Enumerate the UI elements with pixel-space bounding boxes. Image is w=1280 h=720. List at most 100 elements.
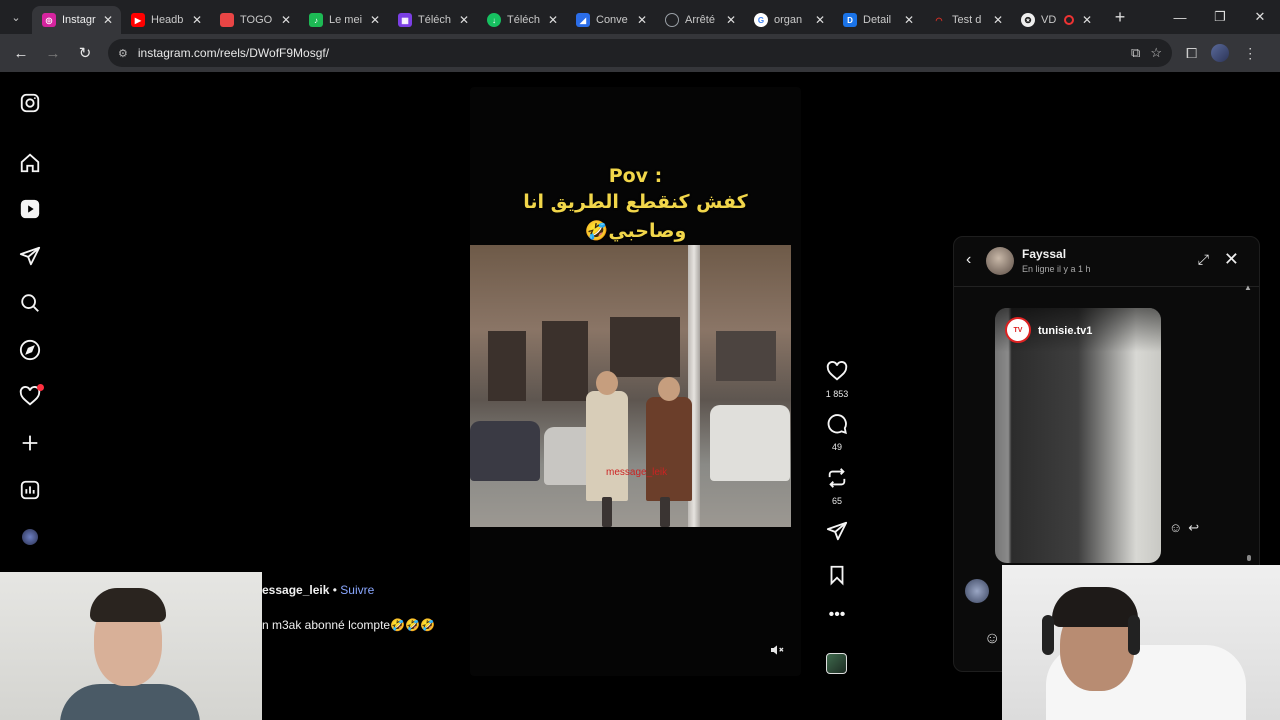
tab-close-icon[interactable]: ✕ <box>991 13 1005 27</box>
home-icon[interactable] <box>18 151 42 175</box>
reload-icon[interactable]: ↻ <box>70 38 100 68</box>
tab-close-icon[interactable]: ✕ <box>457 13 471 27</box>
tab-close-icon[interactable]: ✕ <box>279 13 293 27</box>
extensions-icon[interactable]: ⧠ <box>1186 45 1197 62</box>
tab-title: Arrêté <box>685 14 715 26</box>
author-username[interactable]: essage_leik <box>262 583 329 597</box>
tab-close-icon[interactable]: ✕ <box>190 13 204 27</box>
tab-title: Conve <box>596 14 628 26</box>
reel-description: n m3ak abonné lcompte🤣🤣🤣 <box>262 618 435 632</box>
close-icon[interactable]: ✕ <box>1224 249 1239 270</box>
contact-avatar[interactable] <box>986 247 1014 275</box>
forward-arrow-icon[interactable]: → <box>38 38 68 68</box>
restore-icon[interactable]: ❐ <box>1200 0 1240 34</box>
tab-arrete[interactable]: Arrêté ✕ <box>655 6 744 34</box>
address-bar[interactable]: ⚙ instagram.com/reels/DWofF9Mosgf/ ⧉ ☆ <box>108 39 1172 67</box>
tab-close-icon[interactable]: ✕ <box>101 13 115 27</box>
tab-title: Headb <box>151 14 184 26</box>
minimize-icon[interactable]: — <box>1160 0 1200 34</box>
tab-close-icon[interactable]: ✕ <box>724 13 738 27</box>
search-icon[interactable] <box>18 291 42 315</box>
tab-close-icon[interactable]: ✕ <box>813 13 827 27</box>
comment-button[interactable]: 49 <box>822 413 852 452</box>
like-button[interactable]: 1 853 <box>822 360 852 399</box>
site-settings-icon[interactable]: ⚙ <box>118 47 128 60</box>
share-button[interactable] <box>822 520 852 547</box>
webcam-overlay-left <box>0 572 262 720</box>
tab-close-icon[interactable]: ✕ <box>902 13 916 27</box>
audio-track-thumbnail[interactable] <box>826 653 847 674</box>
vd-favicon-icon: ✪ <box>1021 13 1035 27</box>
repost-button[interactable]: 65 <box>822 467 852 506</box>
instagram-favicon-icon: ◎ <box>42 13 56 27</box>
contact-status: En ligne il y a 1 h <box>1022 264 1091 274</box>
tab-close-icon[interactable]: ✕ <box>635 13 649 27</box>
tab-headb[interactable]: ▶ Headb ✕ <box>121 6 210 34</box>
back-arrow-icon[interactable]: ← <box>6 38 36 68</box>
tab-title: VD <box>1041 14 1057 26</box>
more-options-icon[interactable]: ••• <box>822 606 852 624</box>
dashboard-icon[interactable] <box>18 478 42 502</box>
repost-icon <box>828 468 846 488</box>
tab-togo[interactable]: TOGO ✕ <box>210 6 299 34</box>
comment-count: 49 <box>831 442 842 452</box>
notifications-icon[interactable] <box>18 384 44 408</box>
tab-title: TOGO <box>240 14 273 26</box>
video-frame: message_leik <box>470 245 791 527</box>
scroll-up-arrow-icon[interactable]: ▲ <box>1244 283 1252 292</box>
chat-scrollbar[interactable]: ▲ <box>1244 283 1252 561</box>
tab-title: Le mei <box>329 14 363 26</box>
profile-avatar[interactable] <box>18 525 42 549</box>
reel-caption: Pov : كفش كنقطع الطريق انا وصاحبي🤣 <box>470 165 801 245</box>
tab-detail[interactable]: D Detail ✕ <box>833 6 922 34</box>
shared-reel-card[interactable]: TV tunisie.tv1 <box>995 308 1161 563</box>
profile-avatar[interactable] <box>1211 44 1230 62</box>
share-icon <box>826 521 848 541</box>
messages-icon[interactable] <box>18 244 42 268</box>
tab-title: Téléch <box>507 14 541 26</box>
tab-conve[interactable]: ◢ Conve ✕ <box>566 6 655 34</box>
shared-account-handle: tunisie.tv1 <box>1038 325 1093 337</box>
mute-icon[interactable] <box>767 640 787 660</box>
emoji-picker-icon[interactable]: ☺ <box>984 630 1000 648</box>
reels-icon[interactable] <box>18 197 42 221</box>
download-favicon-icon: ▦ <box>398 13 412 27</box>
separator-dot: • <box>332 583 337 597</box>
create-icon[interactable] <box>18 431 42 455</box>
browser-tab-bar: ⌄ ◎ Instagr ✕ ▶ Headb ✕ TOGO ✕ ♪ Le mei … <box>0 0 1280 34</box>
reel-author: essage_leik • Suivre <box>262 583 374 597</box>
reply-icon[interactable]: ↩ <box>1188 520 1199 536</box>
browser-toolbar: ← → ↻ ⚙ instagram.com/reels/DWofF9Mosgf/… <box>0 34 1280 72</box>
shared-account-logo: TV <box>1005 317 1031 343</box>
bookmark-icon <box>830 565 844 586</box>
tab-telech-1[interactable]: ▦ Téléch ✕ <box>388 6 477 34</box>
new-tab-button[interactable]: + <box>1106 7 1134 28</box>
bookmark-star-icon[interactable]: ☆ <box>1150 45 1162 61</box>
tab-close-icon[interactable]: ✕ <box>546 13 560 27</box>
react-emoji-icon[interactable]: ☺ <box>1169 520 1182 536</box>
tab-telech-2[interactable]: ↓ Téléch ✕ <box>477 6 566 34</box>
tab-close-icon[interactable]: ✕ <box>368 13 382 27</box>
speedtest-favicon-icon: ◠ <box>935 15 943 25</box>
tab-test[interactable]: ◠ Test d ✕ <box>922 6 1011 34</box>
caption-arabic-line1: كفش كنقطع الطريق انا <box>523 191 748 213</box>
save-button[interactable] <box>822 564 852 591</box>
expand-icon[interactable]: ⤢ <box>1198 251 1209 268</box>
music-favicon-icon: ♪ <box>309 13 323 27</box>
tab-le-mei[interactable]: ♪ Le mei ✕ <box>299 6 388 34</box>
install-app-icon[interactable]: ⧉ <box>1131 45 1140 61</box>
webcam-overlay-right <box>1002 565 1280 720</box>
reel-video[interactable]: Pov : كفش كنقطع الطريق انا وصاحبي🤣 messa… <box>470 87 801 676</box>
tab-vd[interactable]: ✪ VD ✕ <box>1011 6 1100 34</box>
window-close-icon[interactable]: ✕ <box>1240 0 1280 34</box>
chrome-menu-icon[interactable]: ⋮ <box>1243 45 1257 62</box>
contact-name[interactable]: Fayssal <box>1022 247 1066 261</box>
instagram-icon[interactable] <box>18 91 42 115</box>
follow-button[interactable]: Suivre <box>340 583 374 597</box>
explore-icon[interactable] <box>18 338 42 362</box>
tab-instagram[interactable]: ◎ Instagr ✕ <box>32 6 121 34</box>
tab-search-chevron-icon[interactable]: ⌄ <box>0 0 32 34</box>
tab-close-icon[interactable]: ✕ <box>1080 13 1094 27</box>
chevron-left-icon[interactable]: ‹ <box>966 251 971 269</box>
tab-organ[interactable]: G organ ✕ <box>744 6 833 34</box>
